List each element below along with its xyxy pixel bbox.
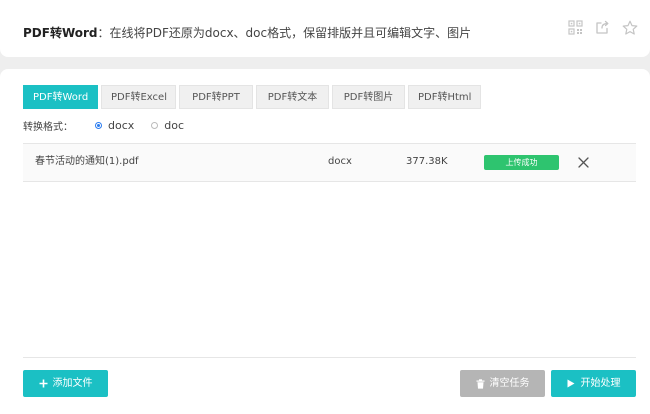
add-file-label: 添加文件 (52, 378, 93, 389)
clear-tasks-button[interactable]: 清空任务 (460, 370, 545, 397)
star-icon[interactable] (621, 19, 638, 36)
plus-icon (39, 379, 48, 388)
radio-docx[interactable] (95, 121, 102, 129)
page-title-strong: PDF转Word (23, 26, 98, 40)
status-badge: 上传成功 (484, 155, 559, 170)
page-title-description: ：在线将PDF还原为docx、doc格式，保留排版并且可编辑文字、图片 (97, 26, 472, 40)
page-title: PDF转Word：在线将PDF还原为docx、doc格式，保留排版并且可编辑文字… (23, 24, 471, 42)
tab-pdf-to-html[interactable]: PDF转Html (408, 85, 481, 109)
file-name: 春节活动的通知(1).pdf (35, 156, 139, 167)
format-option-docx[interactable]: docx (95, 119, 134, 132)
divider (23, 357, 636, 358)
file-size: 377.38K (406, 156, 448, 167)
close-icon (578, 157, 589, 168)
format-option-docx-label: docx (108, 118, 135, 132)
radio-doc[interactable] (151, 121, 159, 129)
tab-pdf-to-text[interactable]: PDF转文本 (256, 85, 329, 109)
tab-pdf-to-ppt[interactable]: PDF转PPT (179, 85, 253, 109)
file-row: 春节活动的通知(1).pdf docx 377.38K 上传成功 (23, 143, 636, 182)
header-actions (567, 19, 638, 36)
format-label: 转换格式： (23, 121, 73, 133)
start-process-button[interactable]: 开始处理 (551, 370, 636, 397)
format-option-doc[interactable]: doc (151, 119, 184, 132)
play-icon (567, 379, 576, 388)
start-process-label: 开始处理 (580, 378, 621, 389)
trash-icon (476, 378, 485, 389)
page: PDF转Word：在线将PDF还原为docx、doc格式，保留排版并且可编辑文字… (0, 0, 650, 414)
remove-file-button[interactable] (576, 155, 591, 170)
qr-code-icon[interactable] (567, 19, 584, 36)
tab-pdf-to-word[interactable]: PDF转Word (23, 85, 98, 109)
header: PDF转Word：在线将PDF还原为docx、doc格式，保留排版并且可编辑文字… (0, 0, 650, 57)
conversion-tabs: PDF转Word PDF转Excel PDF转PPT PDF转文本 PDF转图片… (23, 85, 481, 109)
format-option-doc-label: doc (164, 118, 185, 132)
tab-pdf-to-image[interactable]: PDF转图片 (332, 85, 405, 109)
converter-panel: PDF转Word PDF转Excel PDF转PPT PDF转文本 PDF转图片… (0, 69, 650, 414)
share-icon[interactable] (594, 19, 611, 36)
add-file-button[interactable]: 添加文件 (23, 370, 108, 397)
file-format: docx (328, 156, 352, 167)
tab-pdf-to-excel[interactable]: PDF转Excel (101, 85, 176, 109)
clear-tasks-label: 清空任务 (489, 378, 530, 389)
format-selector: 转换格式： docx doc (23, 118, 201, 133)
